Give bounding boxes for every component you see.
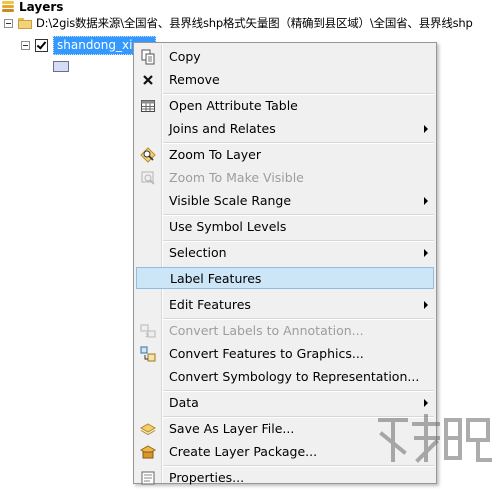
menu-item-label: Open Attribute Table [169, 98, 298, 113]
menu-item-zoom-to-layer[interactable]: Zoom To Layer [136, 144, 434, 166]
menu-item-selection[interactable]: Selection [136, 242, 434, 264]
menu-item-convert-labels-to-annotation[interactable]: Convert Labels to Annotation... [136, 320, 434, 342]
legend-swatch-polygon [53, 61, 69, 72]
menu-item-label: Remove [169, 72, 220, 87]
layer-visibility-checkbox[interactable] [35, 38, 48, 52]
layer-file-icon [140, 421, 156, 437]
menu-item-convert-symbology-to-representation[interactable]: Convert Symbology to Representation... [136, 366, 434, 388]
menu-item-label: Data [169, 395, 199, 410]
data-source-path: D:\2gis数据来源\全国省、县界线shp格式矢量图（精确到县区域）\全国省、… [36, 16, 473, 30]
menu-item-label: Visible Scale Range [169, 193, 292, 208]
menu-item-label: Convert Features to Graphics... [169, 346, 364, 361]
menu-item-remove[interactable]: Remove [136, 69, 434, 91]
properties-icon [140, 470, 156, 486]
folder-icon [18, 17, 32, 29]
remove-icon [140, 72, 156, 88]
menu-item-open-attribute-table[interactable]: Open Attribute Table [136, 95, 434, 117]
toc-header: Layers [0, 0, 63, 14]
menu-item-label: Selection [169, 245, 227, 260]
submenu-arrow-icon [424, 301, 428, 309]
menu-item-label: Zoom To Make Visible [169, 170, 304, 185]
toc-title: Layers [19, 0, 64, 14]
watermark-logo [374, 410, 494, 474]
menu-item-label: Convert Labels to Annotation... [169, 323, 364, 338]
data-frame-path-row[interactable]: D:\2gis数据来源\全国省、县界线shp格式矢量图（精确到县区域）\全国省、… [4, 15, 473, 31]
menu-item-label: Save As Layer File... [169, 421, 295, 436]
menu-item-label: Use Symbol Levels [169, 219, 287, 234]
table-icon [140, 98, 156, 114]
submenu-arrow-icon [424, 125, 428, 133]
submenu-arrow-icon [424, 399, 428, 407]
menu-item-label: Label Features [170, 271, 262, 286]
submenu-arrow-icon [424, 197, 428, 205]
convert-labels-icon [140, 323, 156, 339]
menu-item-label: Convert Symbology to Representation... [169, 369, 420, 384]
menu-item-visible-scale-range[interactable]: Visible Scale Range [136, 190, 434, 212]
submenu-arrow-icon [424, 249, 428, 257]
menu-item-joins-and-relates[interactable]: Joins and Relates [136, 118, 434, 140]
layer-collapse-icon[interactable] [21, 40, 30, 50]
menu-item-zoom-to-make-visible[interactable]: Zoom To Make Visible [136, 167, 434, 189]
layers-icon [1, 1, 15, 13]
collapse-icon[interactable] [4, 18, 13, 28]
menu-item-label: Properties... [169, 470, 245, 485]
menu-item-edit-features[interactable]: Edit Features [136, 294, 434, 316]
layer-package-icon [140, 444, 156, 460]
copy-icon [140, 49, 156, 65]
menu-item-label: Zoom To Layer [169, 147, 261, 162]
menu-item-label: Joins and Relates [169, 121, 276, 136]
menu-item-use-symbol-levels[interactable]: Use Symbol Levels [136, 216, 434, 238]
menu-item-convert-features-to-graphics[interactable]: Convert Features to Graphics... [136, 343, 434, 365]
convert-features-icon [140, 346, 156, 362]
zoom-to-layer-icon [140, 147, 156, 163]
menu-item-label: Create Layer Package... [169, 444, 318, 459]
menu-item-label: Copy [169, 49, 201, 64]
menu-item-copy[interactable]: Copy [136, 46, 434, 68]
zoom-visible-icon [140, 170, 156, 186]
menu-item-label-features[interactable]: Label Features [136, 267, 434, 289]
menu-item-label: Edit Features [169, 297, 251, 312]
